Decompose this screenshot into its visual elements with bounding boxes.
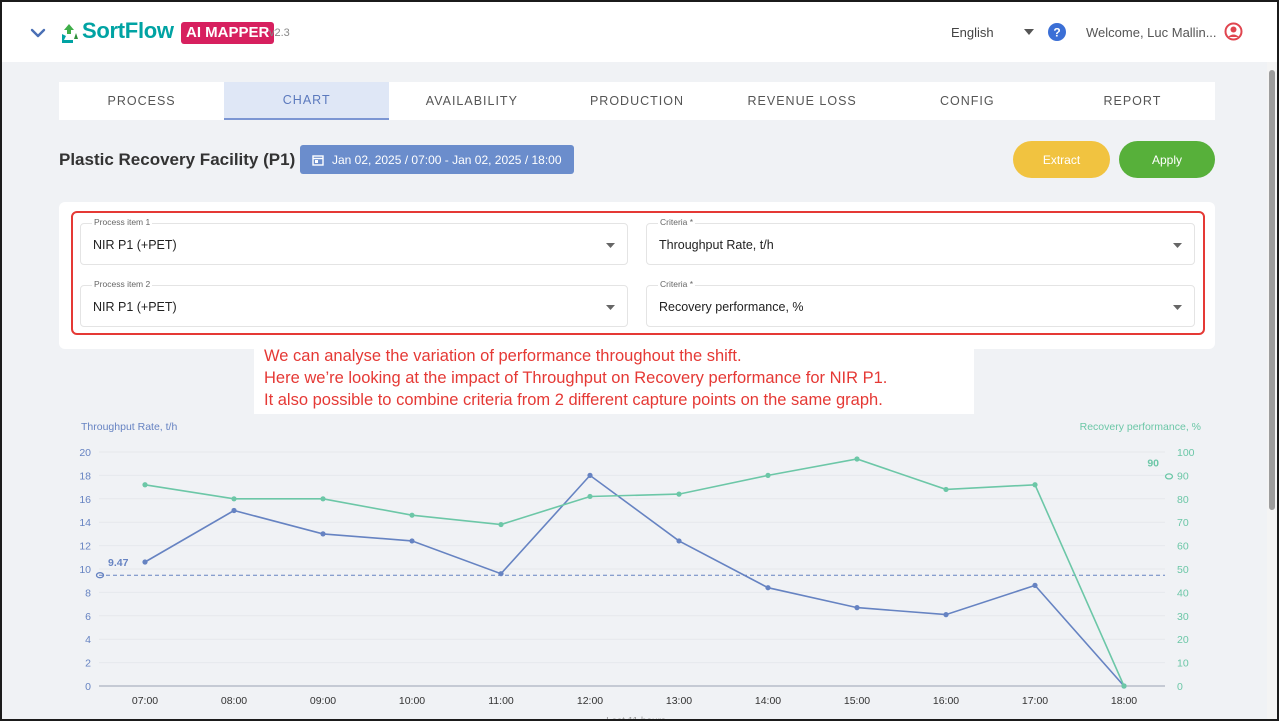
right-axis-label: Recovery performance, % <box>1080 421 1201 433</box>
data-point-throughput <box>498 571 504 577</box>
x-tick-label: 12:00 <box>577 695 603 707</box>
left-tick-label: 0 <box>85 681 91 693</box>
data-point-recovery <box>320 496 326 502</box>
right-average-eye-icon <box>1164 473 1174 480</box>
left-axis-label: Throughput Rate, t/h <box>81 421 177 433</box>
data-point-throughput <box>1032 582 1038 588</box>
left-tick-label: 10 <box>79 564 91 576</box>
left-tick-label: 4 <box>85 634 91 646</box>
right-tick-label: 10 <box>1177 658 1189 670</box>
app-frame: SortFlow AI MAPPER v2.3 English ? Welcom… <box>0 0 1279 721</box>
right-tick-label: 0 <box>1177 681 1183 693</box>
right-tick-label: 20 <box>1177 634 1189 646</box>
x-tick-label: 07:00 <box>132 695 158 707</box>
series-line-throughput <box>144 474 1125 687</box>
left-tick-label: 2 <box>85 658 91 670</box>
data-point-recovery <box>943 486 949 493</box>
right-tick-label: 90 <box>1177 470 1189 482</box>
data-point-recovery <box>1121 683 1127 689</box>
left-tick-label: 8 <box>85 587 91 599</box>
data-point-recovery <box>765 472 771 478</box>
data-point-throughput <box>142 559 148 565</box>
left-tick-label: 14 <box>79 517 91 529</box>
scrollbar-thumb[interactable] <box>1269 70 1275 510</box>
right-tick-label: 50 <box>1177 564 1189 576</box>
right-tick-label: 70 <box>1177 517 1189 529</box>
data-point-throughput <box>231 507 237 514</box>
x-tick-label: 14:00 <box>755 695 781 707</box>
left-tick-label: 12 <box>79 541 91 553</box>
data-point-recovery <box>409 512 415 518</box>
left-average-label: 9.47 <box>108 557 129 569</box>
data-point-recovery <box>676 491 682 497</box>
annotation-line-2: Here we’re looking at the impact of Thro… <box>264 369 888 387</box>
right-tick-label: 40 <box>1177 587 1189 599</box>
left-tick-label: 6 <box>85 611 91 623</box>
x-tick-label: 10:00 <box>399 695 425 707</box>
right-tick-label: 60 <box>1177 541 1189 553</box>
data-point-recovery <box>1032 482 1038 488</box>
data-point-recovery <box>587 493 593 500</box>
x-tick-label: 08:00 <box>221 695 247 707</box>
data-point-throughput <box>587 472 593 478</box>
data-point-recovery <box>142 482 148 488</box>
data-point-throughput <box>943 612 949 618</box>
left-tick-label: 16 <box>79 494 91 506</box>
left-tick-label: 18 <box>79 470 91 482</box>
data-point-recovery <box>854 456 860 462</box>
right-tick-label: 100 <box>1177 447 1195 459</box>
x-tick-label: 13:00 <box>666 695 692 707</box>
data-point-throughput <box>409 538 415 544</box>
x-tick-label: 16:00 <box>933 695 959 707</box>
annotation-line-3: It also possible to combine criteria fro… <box>264 391 883 409</box>
data-point-throughput <box>676 538 682 544</box>
x-tick-label: 09:00 <box>310 695 336 707</box>
data-point-recovery <box>498 521 504 528</box>
left-tick-label: 20 <box>79 447 91 459</box>
data-point-recovery <box>231 496 237 502</box>
data-point-throughput <box>765 585 771 591</box>
right-average-label: 90 <box>1147 457 1159 469</box>
chart-footer-note: Last 11 hours <box>606 716 666 721</box>
x-tick-label: 15:00 <box>844 695 870 707</box>
series-line-recovery <box>144 458 1125 687</box>
data-point-throughput <box>320 531 326 537</box>
data-point-throughput <box>854 605 860 611</box>
annotation-callout: We can analyse the variation of performa… <box>254 342 974 414</box>
right-tick-label: 30 <box>1177 611 1189 623</box>
right-tick-label: 80 <box>1177 494 1189 506</box>
annotation-line-1: We can analyse the variation of performa… <box>264 347 742 365</box>
vertical-scrollbar[interactable] <box>1267 62 1277 719</box>
x-tick-label: 17:00 <box>1022 695 1048 707</box>
x-tick-label: 11:00 <box>488 695 514 707</box>
x-tick-label: 18:00 <box>1111 695 1137 707</box>
